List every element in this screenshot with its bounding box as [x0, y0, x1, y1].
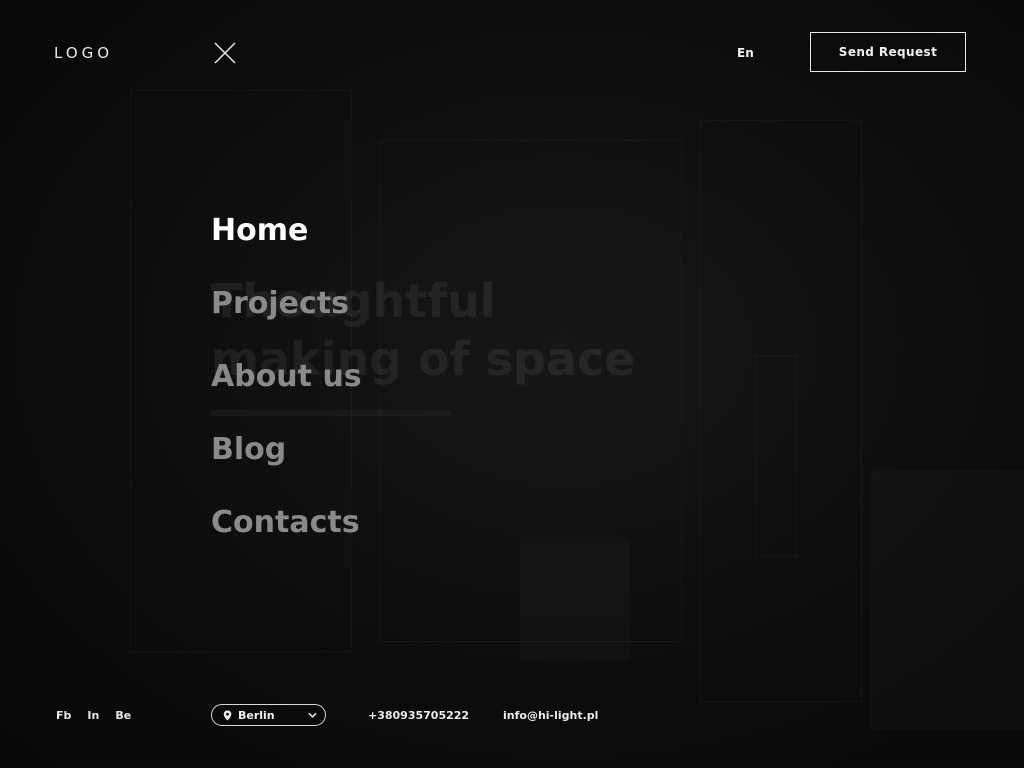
email-link[interactable]: info@hi-light.pl	[503, 709, 598, 722]
main-menu: Home Projects About us Blog Contacts	[211, 208, 362, 573]
close-menu-button[interactable]	[213, 41, 237, 65]
background-shape	[870, 470, 1024, 730]
menu-item-home[interactable]: Home	[211, 208, 362, 281]
social-link-behance[interactable]: Be	[115, 709, 131, 722]
close-icon	[214, 42, 236, 64]
social-link-linkedin[interactable]: In	[87, 709, 99, 722]
language-switcher[interactable]: En	[737, 46, 754, 60]
background-shape	[520, 540, 630, 660]
menu-item-blog[interactable]: Blog	[211, 427, 362, 500]
send-request-button[interactable]: Send Request	[810, 32, 966, 72]
background-shape	[755, 355, 797, 557]
social-links: Fb In Be	[56, 709, 131, 722]
logo[interactable]: LOGO	[54, 44, 113, 62]
menu-item-contacts[interactable]: Contacts	[211, 500, 362, 573]
social-link-facebook[interactable]: Fb	[56, 709, 71, 722]
menu-overlay-page: Thoughtful making of space LOGO En Send …	[0, 0, 1024, 768]
chevron-down-icon	[308, 712, 317, 718]
menu-item-about-us[interactable]: About us	[211, 354, 362, 427]
city-select-value: Berlin	[238, 708, 275, 722]
location-pin-icon	[223, 710, 232, 720]
phone-link[interactable]: +380935705222	[368, 709, 469, 722]
city-select[interactable]: Berlin	[211, 704, 326, 726]
menu-item-projects[interactable]: Projects	[211, 281, 362, 354]
